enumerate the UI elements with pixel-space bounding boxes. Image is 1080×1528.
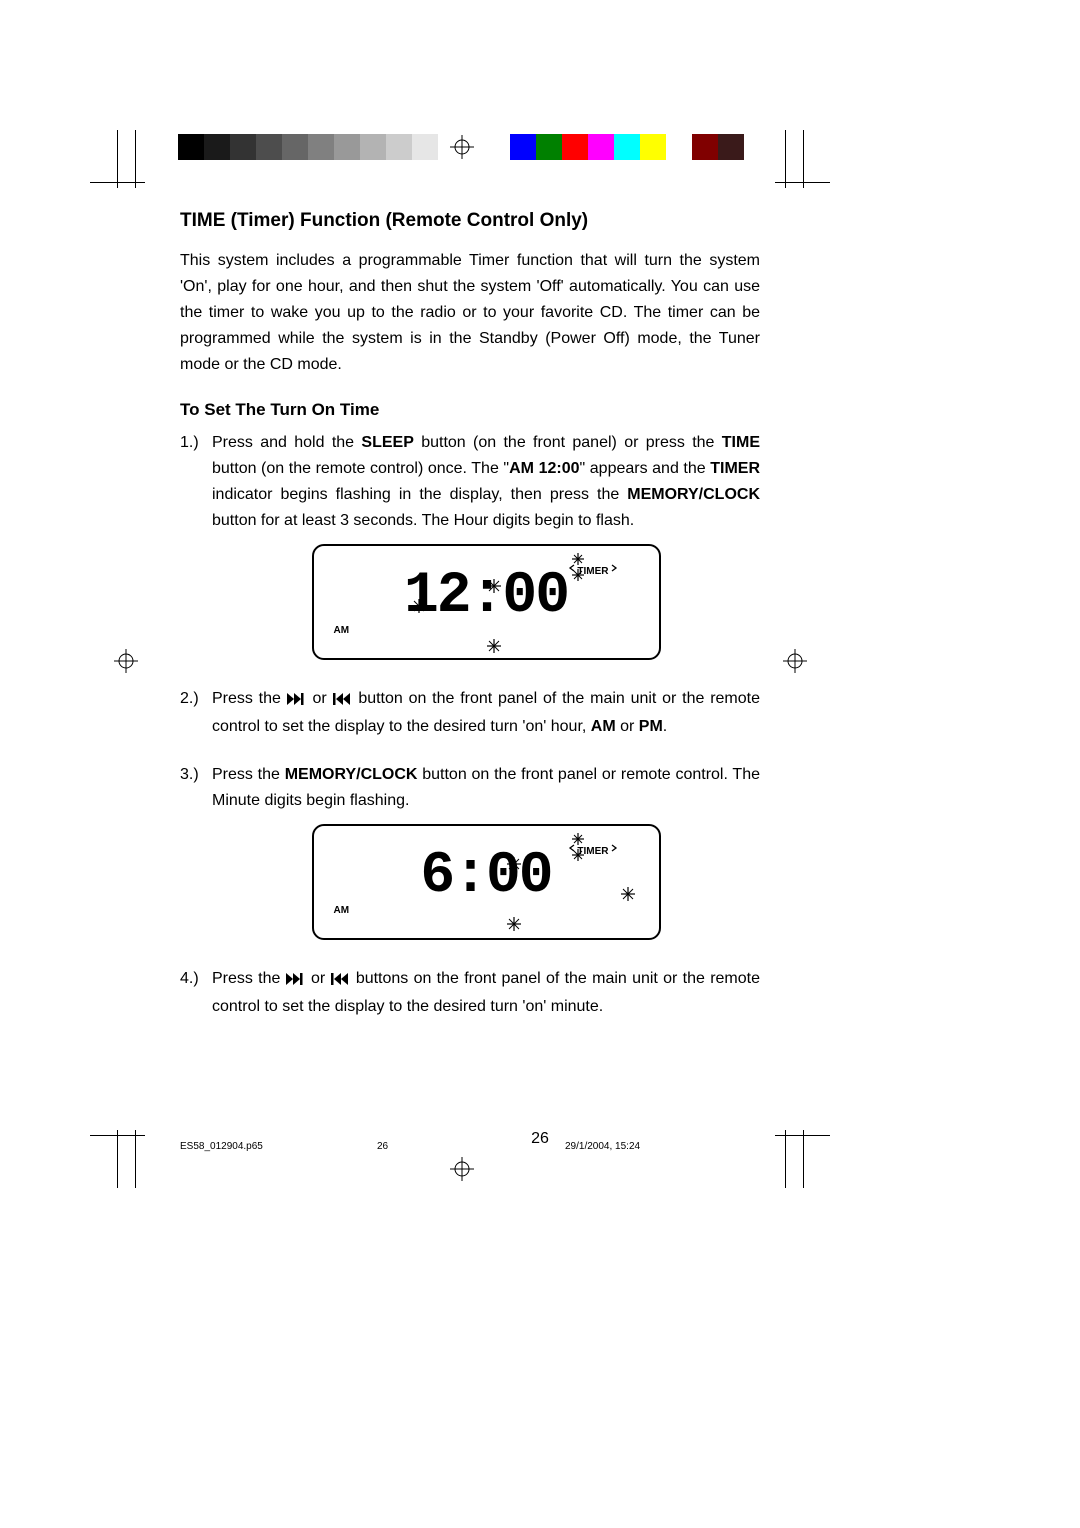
step-number: 3.) (180, 762, 199, 788)
swatch (256, 134, 282, 160)
registration-mark-icon (450, 1157, 474, 1181)
step-text-bold: MEMORY/CLOCK (285, 766, 418, 783)
step-text-bold: SLEEP (361, 434, 413, 451)
swatch (230, 134, 256, 160)
crop-mark (775, 182, 830, 183)
step-text: or (307, 690, 333, 707)
manual-page: TIME (Timer) Function (Remote Control On… (0, 0, 1080, 1528)
step-text: button (on the front panel) or press the (414, 434, 722, 451)
instruction-step: 4.)Press the or buttons on the front pan… (180, 966, 760, 1020)
step-text: or (306, 970, 331, 987)
registration-mark-icon (450, 135, 474, 159)
registration-mark-icon (783, 649, 807, 673)
registration-mark-icon (114, 649, 138, 673)
swatch (510, 134, 536, 160)
step-text: Press the (212, 690, 287, 707)
print-color-bar (0, 134, 1080, 160)
flash-indicator-icon (506, 916, 522, 932)
instruction-step: 2.)Press the or button on the front pane… (180, 686, 760, 740)
swatch (308, 134, 334, 160)
fast-forward-icon (287, 688, 307, 714)
swatch (640, 134, 666, 160)
step-text: " appears and the (580, 460, 711, 477)
page-content: TIME (Timer) Function (Remote Control On… (180, 210, 760, 1042)
footer-date: 29/1/2004, 15:24 (565, 1141, 640, 1152)
color-swatches (510, 134, 744, 160)
flash-indicator-icon (571, 832, 585, 846)
am-indicator: AM (334, 898, 350, 924)
lcd-digits: 6:00 (314, 864, 659, 890)
step-text-bold: MEMORY/CLOCK (627, 486, 760, 503)
flash-indicator-icon (506, 856, 522, 872)
intro-paragraph: This system includes a programmable Time… (180, 248, 760, 378)
swatch (178, 134, 204, 160)
instruction-list: 1.) Press and hold the SLEEP button (on t… (180, 430, 760, 1020)
am-indicator: AM (334, 618, 350, 644)
flash-indicator-icon (571, 552, 585, 566)
rewind-icon (331, 968, 351, 994)
lcd-display: AMTIMER6:00 (312, 824, 661, 940)
swatch (412, 134, 438, 160)
crop-mark (90, 182, 145, 183)
step-text-bold: TIMER (710, 460, 760, 477)
swatch (334, 134, 360, 160)
step-text: button (on the remote control) once. The… (212, 460, 509, 477)
instruction-step: 1.) Press and hold the SLEEP button (on t… (180, 430, 760, 660)
swatch (204, 134, 230, 160)
flash-indicator-icon (411, 598, 427, 614)
flash-indicator-icon (620, 886, 636, 902)
step-number: 1.) (180, 430, 199, 456)
step-text-bold: AM (591, 718, 616, 735)
flash-indicator-icon (486, 578, 502, 594)
flash-indicator-icon (571, 848, 585, 862)
step-text-bold: PM (639, 718, 663, 735)
step-text: button for at least 3 seconds. The Hour … (212, 512, 634, 529)
swatch (692, 134, 718, 160)
swatch (588, 134, 614, 160)
step-text: Press the (212, 970, 286, 987)
rewind-icon (333, 688, 353, 714)
flash-indicator-icon (571, 568, 585, 582)
swatch (282, 134, 308, 160)
step-text: Press and hold the (212, 434, 361, 451)
footer-filename: ES58_012904.p65 (180, 1141, 263, 1152)
step-text: . (663, 718, 667, 735)
swatch (666, 134, 692, 160)
grayscale-swatches (178, 134, 464, 160)
step-text: or (616, 718, 639, 735)
swatch (360, 134, 386, 160)
lcd-display: AMTIMER12:00 (312, 544, 661, 660)
step-text: Press the (212, 766, 285, 783)
step-text-bold: AM 12:00 (509, 460, 579, 477)
fast-forward-icon (286, 968, 306, 994)
footer-page-num: 26 (377, 1141, 388, 1152)
section-subheading: To Set The Turn On Time (180, 400, 760, 420)
swatch (718, 134, 744, 160)
page-number: 26 (0, 1130, 1080, 1148)
swatch (614, 134, 640, 160)
step-number: 2.) (180, 686, 199, 712)
step-text: indicator begins flashing in the display… (212, 486, 627, 503)
step-number: 4.) (180, 966, 199, 992)
step-text-bold: TIME (722, 434, 760, 451)
instruction-step: 3.)Press the MEMORY/CLOCK button on the … (180, 762, 760, 940)
swatch (536, 134, 562, 160)
flash-indicator-icon (486, 638, 502, 654)
swatch (562, 134, 588, 160)
page-title: TIME (Timer) Function (Remote Control On… (180, 210, 760, 232)
swatch (386, 134, 412, 160)
